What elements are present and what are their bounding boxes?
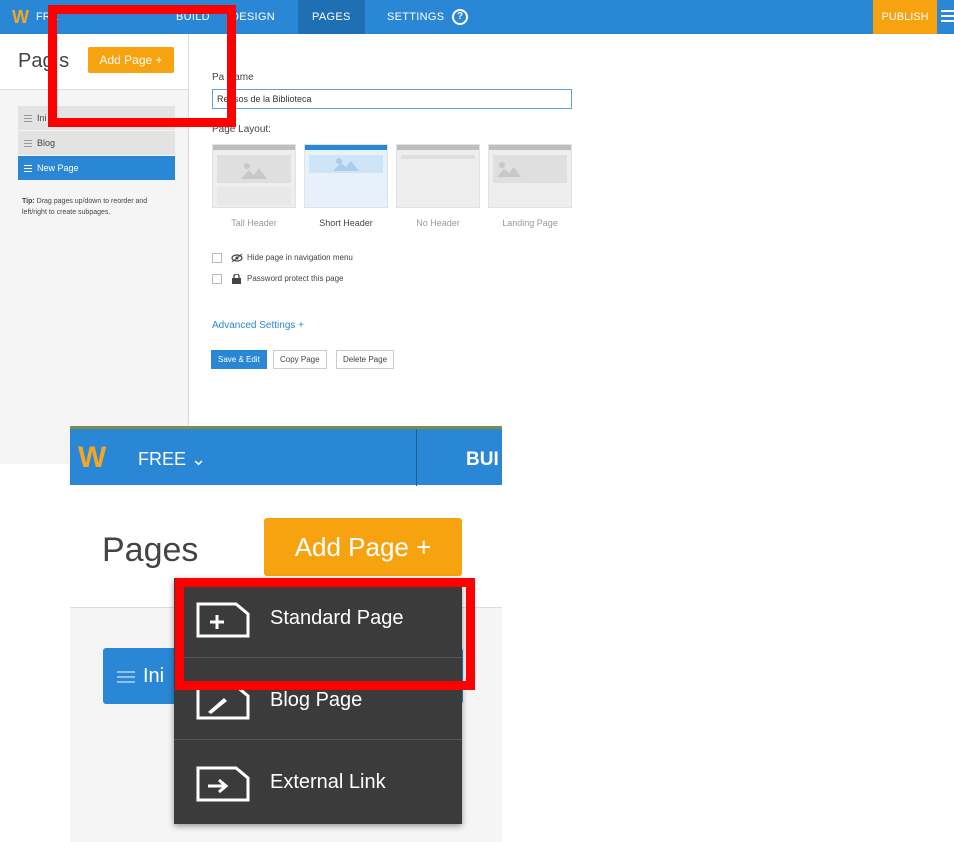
password-protect-label: Password protect this page [247, 274, 344, 283]
image-placeholder-icon [497, 162, 521, 177]
drag-handle-icon[interactable] [24, 138, 32, 149]
layout-name-no-header: No Header [416, 218, 460, 228]
copy-page-button[interactable]: Copy Page [273, 350, 327, 369]
hide-page-label: Hide page in navigation menu [247, 253, 353, 262]
image-placeholder-icon [241, 163, 267, 179]
drag-handle-icon[interactable] [117, 668, 135, 686]
plan-dropdown[interactable]: FREE ⌄ [138, 449, 206, 470]
publish-button[interactable]: PUBLISH [873, 0, 937, 34]
menu-item-external-link[interactable]: External Link [174, 742, 462, 822]
highlight-add-page [48, 5, 236, 127]
hamburger-menu-icon[interactable] [941, 10, 954, 25]
page-item-label: Ini [143, 665, 165, 687]
page-item-label: New Page [37, 163, 79, 173]
page-settings-panel: Pa Name Re rsos de la Biblioteca Page La… [189, 34, 954, 424]
advanced-settings-link[interactable]: Advanced Settings + [212, 320, 304, 331]
layout-landing-page[interactable] [488, 144, 572, 208]
page-item-label: Ini [37, 113, 47, 123]
drag-handle-icon[interactable] [24, 163, 32, 174]
lock-icon [232, 274, 241, 284]
drag-handle-icon[interactable] [24, 113, 32, 124]
add-page-button[interactable]: Add Page + [264, 518, 462, 576]
layout-tall-header[interactable] [212, 144, 296, 208]
layout-short-header[interactable] [304, 144, 388, 208]
page-item-blog[interactable]: Blog [18, 131, 175, 155]
nav-design[interactable]: DESIGN [231, 11, 275, 23]
save-edit-button[interactable]: Save & Edit [211, 350, 267, 369]
nav-build[interactable]: BUI [466, 449, 499, 471]
eye-slash-icon [231, 254, 243, 262]
highlight-standard-page [175, 578, 475, 690]
reorder-tip: Tip: Drag pages up/down to reorder and l… [22, 196, 172, 218]
layout-name-landing-page: Landing Page [502, 218, 558, 228]
nav-settings[interactable]: SETTINGS [387, 11, 444, 23]
weebly-logo-icon[interactable]: W [78, 441, 106, 475]
page-item-label: Blog [37, 138, 56, 148]
page-name-input[interactable]: Re rsos de la Biblioteca [212, 89, 572, 109]
tip-text: Drag pages up/down to reorder and left/r… [22, 198, 148, 216]
nav-pages[interactable]: PAGES [298, 0, 365, 34]
zoom-navigation-bar: W FREE ⌄ BUI [70, 426, 502, 488]
help-icon[interactable]: ? [452, 9, 468, 25]
page-item-new-page[interactable]: New Page [18, 156, 175, 180]
layout-name-short-header: Short Header [319, 218, 373, 228]
pages-title: Pages [102, 531, 199, 569]
password-protect-checkbox[interactable] [212, 274, 222, 284]
menu-item-label: External Link [270, 771, 386, 793]
external-link-icon [196, 766, 250, 802]
screenshot-composite: W FRE BUILD DESIGN PAGES SETTINGS ? PUBL… [0, 0, 954, 842]
delete-page-button[interactable]: Delete Page [336, 350, 395, 369]
tip-label: Tip: [22, 198, 35, 205]
layout-name-tall-header: Tall Header [231, 218, 277, 228]
layout-no-header[interactable] [396, 144, 480, 208]
image-placeholder-icon [333, 158, 359, 171]
weebly-logo-icon[interactable]: W [12, 7, 29, 28]
hide-page-checkbox[interactable] [212, 253, 222, 263]
